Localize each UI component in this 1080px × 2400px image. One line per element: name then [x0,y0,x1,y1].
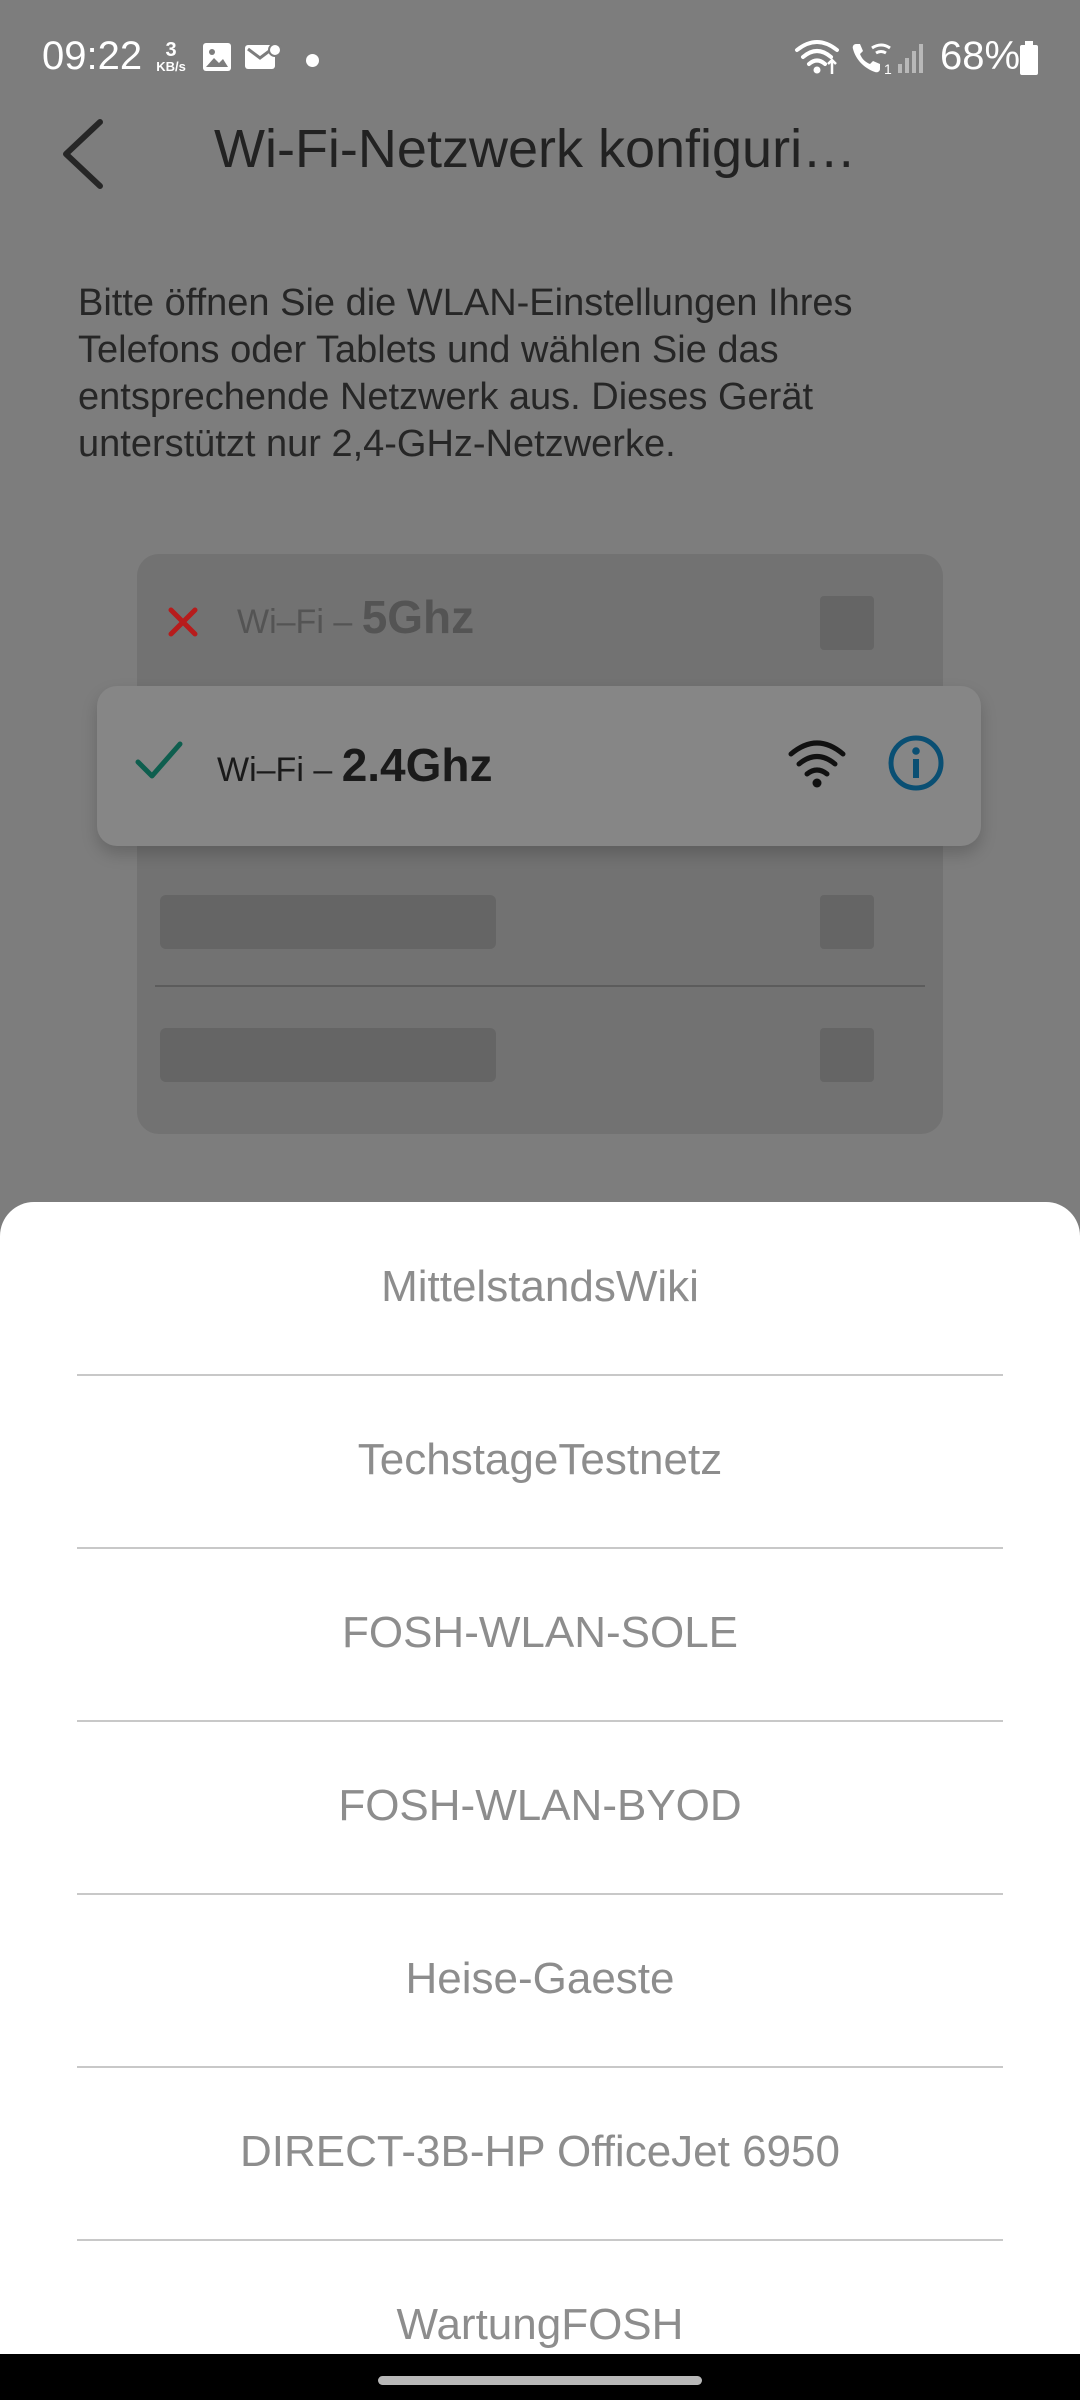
network-name: FOSH-WLAN-SOLE [341,1608,739,1657]
image-icon [203,43,231,71]
placeholder-bar [160,895,496,949]
network-speed-value: 3 [165,39,177,61]
wifi-signal-icon [788,740,846,788]
instruction-text: Bitte öffnen Sie die WLAN-Einstellungen … [78,282,853,465]
checkbox-placeholder [820,596,874,650]
network-item-wartungfosh[interactable]: WartungFOSH [0,2240,1080,2354]
back-button[interactable] [50,108,120,198]
network-name: TechstageTestnetz [357,1435,723,1484]
network-picker-sheet: MittelstandsWiki TechstageTestnetz FOSH-… [0,1202,1080,2354]
wifi-5ghz-band: 5Ghz [361,591,475,643]
home-gesture-handle[interactable] [378,2376,702,2385]
info-icon[interactable] [887,734,945,792]
network-item-direct-hp-officejet[interactable]: DIRECT-3B-HP OfficeJet 6950 [0,2067,1080,2239]
wifi-24ghz-label: Wi–Fi – 2.4Ghz [217,738,493,792]
wifi-24ghz-prefix: Wi–Fi – [217,751,342,789]
illustration-row-5ghz: Wi–Fi – 5Ghz [137,554,943,692]
divider [155,985,925,987]
check-icon [135,741,183,779]
placeholder-bar [160,1028,496,1082]
page-title: Wi-Fi-Netzwerk konfiguri… [214,119,857,179]
svg-text:1: 1 [884,61,892,76]
network-name: FOSH-WLAN-BYOD [338,1781,742,1830]
wifi-call-icon: 1 [852,43,892,76]
status-time: 09:22 [42,34,143,78]
checkbox-placeholder [820,1028,874,1082]
signal-icon [898,44,923,73]
battery-percentage: 68% [940,34,1021,78]
illustration-row-24ghz: Wi–Fi – 2.4Ghz [97,686,981,846]
network-name: Heise-Gaeste [405,1954,675,2003]
battery-icon [1020,41,1038,75]
notification-dot-icon [306,54,319,67]
network-name: MittelstandsWiki [381,1262,699,1311]
x-icon [168,607,198,637]
wifi-5ghz-label: Wi–Fi – 5Ghz [237,590,474,644]
mail-icon [245,43,282,69]
network-item-mittelstandswiki[interactable]: MittelstandsWiki [0,1202,1080,1374]
network-item-fosh-wlan-sole[interactable]: FOSH-WLAN-SOLE [0,1548,1080,1720]
network-name: DIRECT-3B-HP OfficeJet 6950 [240,2127,840,2176]
wifi-status-icon [795,40,839,74]
checkbox-placeholder [820,895,874,949]
network-name: WartungFOSH [396,2300,684,2349]
network-speed: 3 KB/s [152,40,190,73]
wifi-24ghz-band: 2.4Ghz [341,739,493,791]
network-speed-unit: KB/s [156,59,186,74]
wifi-5ghz-prefix: Wi–Fi – [237,603,362,641]
chevron-left-icon [63,119,103,189]
status-bar: 09:22 3 KB/s 1 68% [0,0,1080,120]
navigation-bar [0,2354,1080,2400]
network-item-techstagetestnetz[interactable]: TechstageTestnetz [0,1375,1080,1547]
network-item-fosh-wlan-byod[interactable]: FOSH-WLAN-BYOD [0,1721,1080,1893]
network-item-heise-gaeste[interactable]: Heise-Gaeste [0,1894,1080,2066]
